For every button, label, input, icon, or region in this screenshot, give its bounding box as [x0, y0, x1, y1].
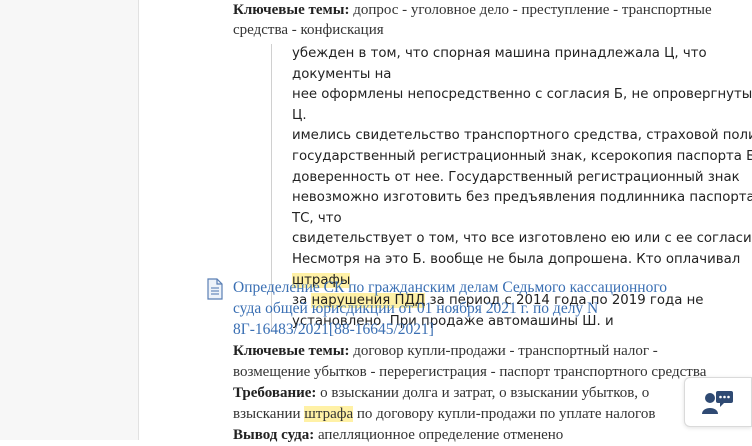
conclusion-value: апелляционное определение отменено [317, 427, 564, 443]
keywords-value: допрос - уголовное дело - преступление -… [353, 2, 712, 18]
keywords-value: договор купли-продажи - транспортный нал… [353, 343, 658, 359]
result2-title-link[interactable]: Определение СК по гражданским делам Седь… [233, 277, 733, 340]
keywords-label: Ключевые темы: [233, 343, 350, 359]
left-sidebar [0, 0, 139, 440]
requirement-label: Требование: [233, 385, 317, 401]
snippet-line: доверенность от нее. Государственный рег… [292, 169, 740, 185]
requirement-text: по договору купли-продажи по уплате нало… [353, 406, 656, 422]
snippet-text: Несмотря на это Б. вообще не была допрош… [292, 251, 741, 267]
title-line[interactable]: 8Г-16483/2021[88-16645/2021] [233, 319, 733, 340]
snippet-line: государственный регистрационный знак, кс… [292, 148, 752, 164]
requirement-text: взыскании [233, 406, 305, 422]
keywords-label: Ключевые темы: [233, 2, 350, 18]
title-line[interactable]: Определение СК по гражданским делам Седь… [233, 277, 733, 298]
snippet-line: нее оформлены непосредственно с согласия… [292, 87, 752, 123]
chat-support-button[interactable] [684, 377, 752, 427]
snippet-line: свидетельствует о том, что все изготовле… [292, 231, 752, 247]
conclusion-label: Вывод суда: [233, 427, 315, 443]
chat-support-icon [702, 391, 733, 414]
requirement-value: о взыскании долга и затрат, о взыскании … [320, 385, 650, 401]
document-icon[interactable] [205, 278, 225, 300]
title-line[interactable]: суда общей юрисдикции от 01 ноября 2021 … [233, 298, 733, 319]
search-highlight: штрафа [304, 406, 354, 422]
snippet-line: убежден в том, что спорная машина принад… [292, 46, 707, 82]
result1-keywords: Ключевые темы: допрос - уголовное дело -… [233, 0, 752, 40]
keywords-value-cont: возмещение убытков - перерегистрация - п… [233, 364, 707, 380]
keywords-value-cont: средства - конфискация [233, 22, 384, 38]
result2-details: Ключевые темы: договор купли-продажи - т… [233, 341, 752, 446]
snippet-line: невозможно изготовить без предъявления п… [292, 190, 752, 226]
requirement-value-cont: взыскании штрафа по договору купли-прода… [233, 404, 752, 425]
snippet-line: имелись свидетельство транспортного сред… [292, 128, 752, 144]
search-results: Ключевые темы: допрос - уголовное дело -… [139, 0, 752, 443]
